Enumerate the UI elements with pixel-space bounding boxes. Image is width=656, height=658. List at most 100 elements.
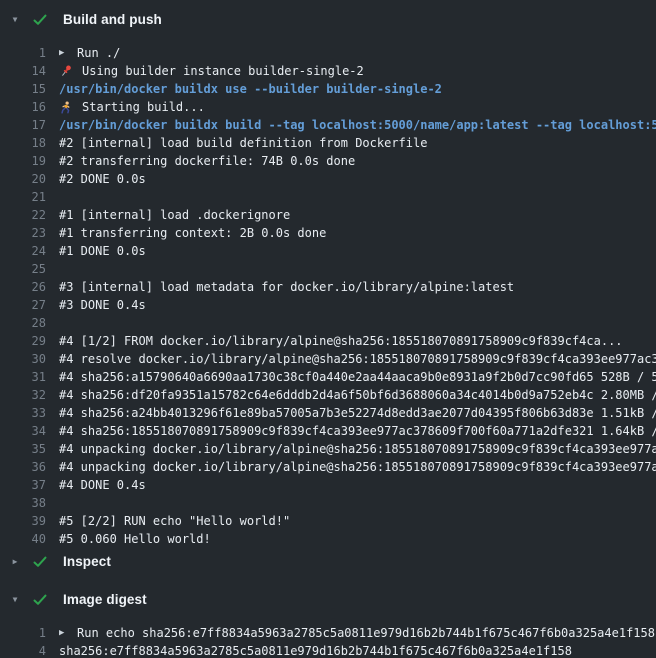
check-icon [33,555,48,569]
line-number[interactable]: 33 [8,404,46,422]
section-lines: 1 ▶Run ./ 14 Using builder instance buil… [0,44,656,548]
line-text: Starting build... [59,98,656,116]
line-text: /usr/bin/docker buildx use --builder bui… [59,80,656,98]
line-number[interactable]: 24 [8,242,46,260]
line-text: #5 0.060 Hello world! [59,530,656,548]
line-text: #2 DONE 0.0s [59,170,656,188]
run-group-expander-icon[interactable]: ▶ [59,44,69,62]
line-number[interactable]: 27 [8,296,46,314]
pin-icon [59,64,74,79]
line-text: #2 [internal] load build definition from… [59,134,656,152]
log-line: 30 #4 resolve docker.io/library/alpine@s… [0,350,656,368]
check-icon [33,593,48,607]
section-header[interactable]: ▶ Inspect [0,552,656,572]
line-text [59,494,656,512]
log-line: 25 [0,260,656,278]
line-text: #4 sha256:185518070891758909c9f839cf4ca3… [59,422,656,440]
line-number[interactable]: 30 [8,350,46,368]
log-line: 18 #2 [internal] load build definition f… [0,134,656,152]
line-number[interactable]: 39 [8,512,46,530]
line-number[interactable]: 23 [8,224,46,242]
log-line: 26 #3 [internal] load metadata for docke… [0,278,656,296]
line-text: #1 DONE 0.0s [59,242,656,260]
line-number[interactable]: 31 [8,368,46,386]
line-number[interactable]: 22 [8,206,46,224]
line-number[interactable]: 29 [8,332,46,350]
log-line: 31 #4 sha256:a15790640a6690aa1730c38cf0a… [0,368,656,386]
line-text: #1 [internal] load .dockerignore [59,206,656,224]
log-line: 17 /usr/bin/docker buildx build --tag lo… [0,116,656,134]
log-line: 32 #4 sha256:df20fa9351a15782c64e6dddb2d… [0,386,656,404]
line-text: #1 transferring context: 2B 0.0s done [59,224,656,242]
line-text: #4 resolve docker.io/library/alpine@sha2… [59,350,656,368]
section-title: Build and push [63,11,162,29]
log-line: 36 #4 unpacking docker.io/library/alpine… [0,458,656,476]
log-line: 38 [0,494,656,512]
section-header[interactable]: ▼ Image digest [0,590,656,610]
line-number[interactable]: 4 [8,642,46,658]
section-lines: 1 ▶Run echo sha256:e7ff8834a5963a2785c5a… [0,624,656,658]
triangle-right-icon[interactable]: ▶ [9,553,21,571]
line-text: #3 DONE 0.4s [59,296,656,314]
line-number[interactable]: 36 [8,458,46,476]
line-number[interactable]: 21 [8,188,46,206]
triangle-down-icon[interactable]: ▼ [9,591,21,609]
line-number[interactable]: 1 [8,624,46,642]
log-line: 4 sha256:e7ff8834a5963a2785c5a0811e979d1… [0,642,656,658]
line-number[interactable]: 26 [8,278,46,296]
log-line: 34 #4 sha256:185518070891758909c9f839cf4… [0,422,656,440]
line-number[interactable]: 1 [8,44,46,62]
line-number[interactable]: 14 [8,62,46,80]
line-number[interactable]: 19 [8,152,46,170]
line-number[interactable]: 18 [8,134,46,152]
log-line: 39 #5 [2/2] RUN echo "Hello world!" [0,512,656,530]
log-line: 37 #4 DONE 0.4s [0,476,656,494]
line-number[interactable]: 25 [8,260,46,278]
log-line: 24 #1 DONE 0.0s [0,242,656,260]
log-line: 19 #2 transferring dockerfile: 74B 0.0s … [0,152,656,170]
line-text: #4 sha256:a15790640a6690aa1730c38cf0a440… [59,368,656,386]
line-number[interactable]: 35 [8,440,46,458]
line-text: #4 unpacking docker.io/library/alpine@sh… [59,458,656,476]
log-line: 33 #4 sha256:a24bb4013296f61e89ba57005a7… [0,404,656,422]
line-number[interactable]: 16 [8,98,46,116]
line-text [59,260,656,278]
line-number[interactable]: 37 [8,476,46,494]
line-number[interactable]: 32 [8,386,46,404]
line-number[interactable]: 28 [8,314,46,332]
log-section-inspect: ▶ Inspect [0,552,656,572]
line-number[interactable]: 34 [8,422,46,440]
line-text: #2 transferring dockerfile: 74B 0.0s don… [59,152,656,170]
log-line: 35 #4 unpacking docker.io/library/alpine… [0,440,656,458]
check-icon [33,13,48,27]
log-section-build-and-push: ▼ Build and push 1 ▶Run ./ 14 Using buil… [0,10,656,548]
line-text [59,314,656,332]
log-line: 40 #5 0.060 Hello world! [0,530,656,548]
log-line: 16 Starting build... [0,98,656,116]
line-number[interactable]: 38 [8,494,46,512]
line-text: #4 sha256:df20fa9351a15782c64e6dddb2d4a6… [59,386,656,404]
run-group-expander-icon[interactable]: ▶ [59,624,69,642]
line-text: Using builder instance builder-single-2 [59,62,656,80]
line-text: #5 [2/2] RUN echo "Hello world!" [59,512,656,530]
log-line: 1 ▶Run ./ [0,44,656,62]
section-header[interactable]: ▼ Build and push [0,10,656,30]
line-number[interactable]: 17 [8,116,46,134]
log-line: 27 #3 DONE 0.4s [0,296,656,314]
line-text: #4 DONE 0.4s [59,476,656,494]
log-line: 28 [0,314,656,332]
line-text: #3 [internal] load metadata for docker.i… [59,278,656,296]
line-text: ▶Run ./ [59,44,656,62]
line-text: sha256:e7ff8834a5963a2785c5a0811e979d16b… [59,642,656,658]
runner-icon [59,100,74,115]
log-line: 20 #2 DONE 0.0s [0,170,656,188]
log-line: 15 /usr/bin/docker buildx use --builder … [0,80,656,98]
line-number[interactable]: 20 [8,170,46,188]
line-text: #4 unpacking docker.io/library/alpine@sh… [59,440,656,458]
log-section-image-digest: ▼ Image digest 1 ▶Run echo sha256:e7ff88… [0,590,656,658]
workflow-log-viewer: ▼ Build and push 1 ▶Run ./ 14 Using buil… [0,0,656,658]
line-number[interactable]: 15 [8,80,46,98]
triangle-down-icon[interactable]: ▼ [9,11,21,29]
line-number[interactable]: 40 [8,530,46,548]
line-text: ▶Run echo sha256:e7ff8834a5963a2785c5a08… [59,624,656,642]
